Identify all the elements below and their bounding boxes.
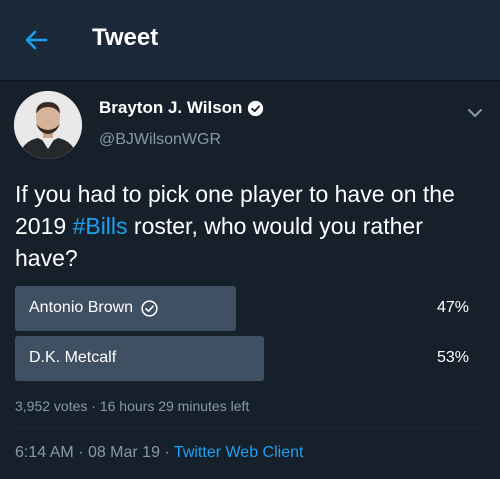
back-arrow-icon[interactable] [22,26,50,54]
poll-option-label: Antonio Brown [29,299,134,316]
poll-option-percent: 47% [436,299,469,316]
poll-option-label: D.K. Metcalf [29,349,117,366]
poll-option-dk-metcalf: D.K. Metcalf 53% [15,336,485,381]
top-bar: Tweet [0,0,500,81]
source-client-link[interactable]: Twitter Web Client [174,444,304,461]
divider [15,428,485,429]
tweet-timestamp: 6:14 AM · 08 Mar 19 · Twitter Web Client [15,444,304,461]
poll-time-left: 16 hours 29 minutes left [99,398,250,414]
poll-meta: 3,952 votes · 16 hours 29 minutes left [15,398,250,414]
tweet-date[interactable]: 08 Mar 19 [88,444,160,461]
author-handle[interactable]: @BJWilsonWGR [99,131,221,149]
poll-votes: 3,952 votes [15,398,88,414]
verified-badge-icon [248,100,264,116]
author-name-row[interactable]: Brayton J. Wilson [99,98,264,118]
check-circle-icon [141,299,158,317]
avatar[interactable] [14,91,82,159]
poll-option-antonio-brown: Antonio Brown 47% [15,286,485,331]
chevron-down-icon[interactable] [466,104,484,122]
page-title: Tweet [92,24,159,51]
tweet-text: If you had to pick one player to have on… [15,178,485,274]
tweet-time[interactable]: 6:14 AM [15,444,74,461]
author-name[interactable]: Brayton J. Wilson [99,98,242,118]
poll-option-percent: 53% [436,349,469,366]
hashtag-link[interactable]: #Bills [73,213,128,239]
